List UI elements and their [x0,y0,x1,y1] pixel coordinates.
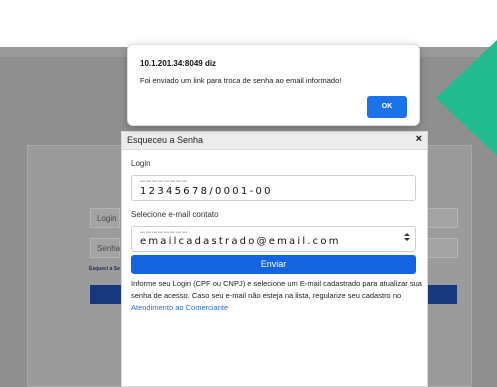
info-text: Informe seu Login (CPF ou CNPJ) e seleci… [131,278,423,314]
email-ghost-text: ▬▬▬▬▬▬▬▬ [140,229,188,235]
ok-button[interactable]: OK [367,96,407,118]
browser-alert-dialog: 10.1.201.34:8049 diz Foi enviado um link… [127,44,420,126]
email-selected-value: emailcadastrado@email.com [140,236,341,247]
login-value: 12345678/0001-00 [140,186,273,197]
login-label: Login [131,159,151,168]
modal-title: Esqueceu a Senha [127,135,204,145]
decorative-green-triangle [436,40,497,156]
email-label: Selecione e-mail contato [131,210,219,219]
forgot-password-modal: Esqueceu a Senha × Login ▬▬▬▬▬▬▬▬ 123456… [121,131,428,387]
login-input[interactable]: ▬▬▬▬▬▬▬▬ 12345678/0001-00 [131,175,416,201]
enviar-button[interactable]: Enviar [131,255,416,274]
alert-title: 10.1.201.34:8049 diz [140,59,217,68]
background-submit-button [90,285,123,304]
background-senha-field: Senha [90,238,120,258]
modal-header: Esqueceu a Senha × [122,132,427,150]
chevron-updown-icon [404,232,410,244]
close-icon[interactable]: × [416,133,422,145]
login-ghost-text: ▬▬▬▬▬▬▬▬ [140,178,188,184]
background-forgot-link: Esqueci a Se [89,266,120,272]
info-text-body: Informe seu Login (CPF ou CNPJ) e seleci… [131,279,422,300]
email-select[interactable]: ▬▬▬▬▬▬▬▬ emailcadastrado@email.com [131,226,416,252]
alert-message: Foi enviado um link para troca de senha … [140,76,342,85]
background-login-field: Login [90,208,120,228]
atendimento-link[interactable]: Atendimento ao Comerciante [131,303,228,312]
